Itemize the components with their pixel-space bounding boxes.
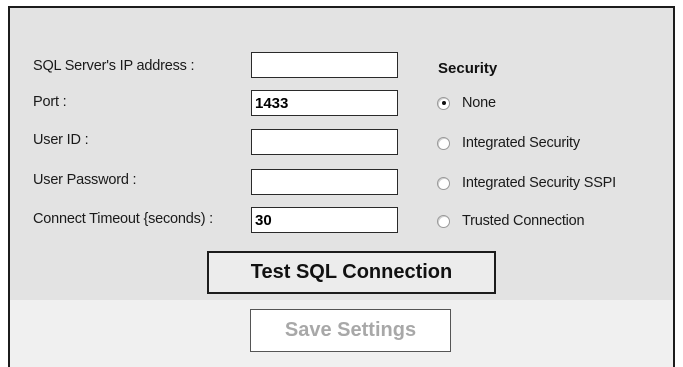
security-option-label: Integrated Security SSPI [462,175,616,191]
connect-timeout-label: Connect Timeout {seconds) : [33,211,213,227]
security-option-none[interactable]: None [437,93,496,113]
security-option-integrated-sspi[interactable]: Integrated Security SSPI [437,173,616,193]
test-sql-connection-button[interactable]: Test SQL Connection [207,251,496,294]
save-settings-button[interactable]: Save Settings [250,309,451,352]
user-password-input[interactable] [251,169,398,195]
security-option-label: Integrated Security [462,135,580,151]
ip-address-label: SQL Server's IP address : [33,58,195,74]
ip-address-input[interactable] [251,52,398,78]
user-password-label: User Password : [33,172,137,188]
user-id-label: User ID : [33,132,89,148]
radio-button[interactable] [437,136,450,150]
radio-button[interactable] [437,176,450,190]
connect-timeout-input[interactable] [251,207,398,233]
radio-button[interactable] [437,214,450,228]
security-heading: Security [438,60,498,77]
security-option-label: Trusted Connection [462,213,585,229]
port-input[interactable] [251,90,398,116]
user-id-input[interactable] [251,129,398,155]
port-label: Port : [33,94,67,110]
security-option-integrated[interactable]: Integrated Security [437,133,580,153]
security-option-label: None [462,95,496,111]
radio-button[interactable] [437,96,450,110]
security-option-trusted[interactable]: Trusted Connection [437,211,585,231]
